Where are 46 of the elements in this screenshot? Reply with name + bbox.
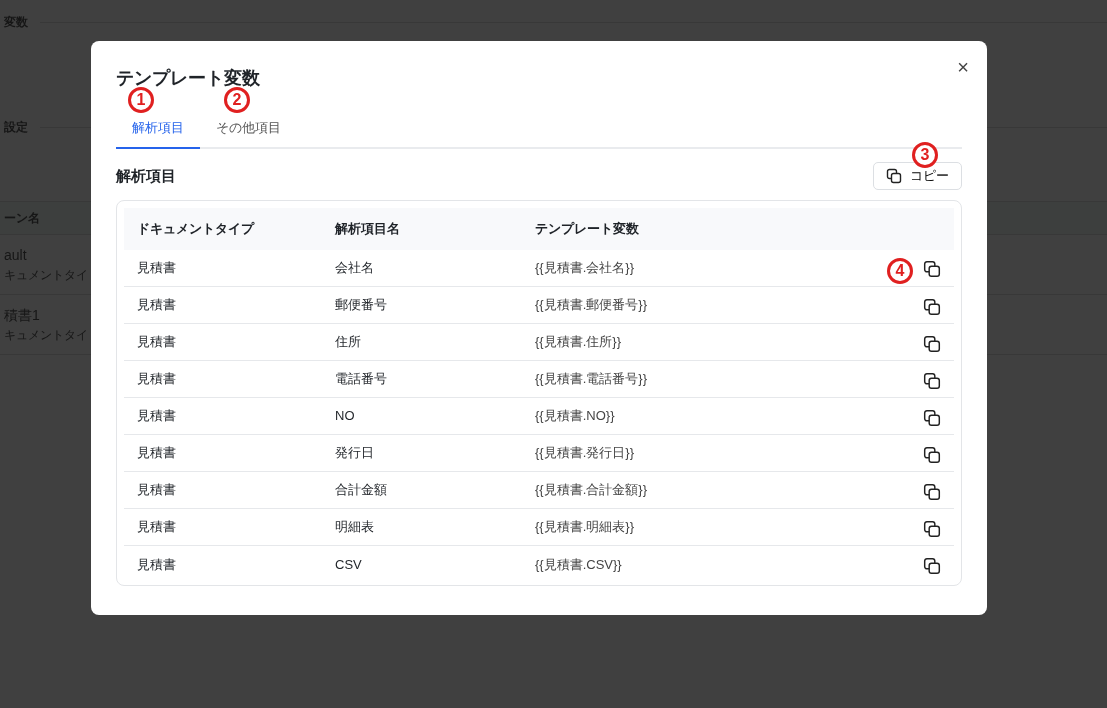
table-cell: CSV	[322, 545, 522, 583]
close-button[interactable]: ×	[955, 55, 971, 79]
copy-button[interactable]	[923, 555, 941, 574]
table-cell: 見積書	[124, 434, 322, 472]
copy-button[interactable]	[923, 481, 941, 499]
copy-button[interactable]	[923, 444, 941, 462]
table-cell: 見積書	[124, 508, 322, 546]
table-cell: 見積書	[124, 545, 322, 583]
table-cell: NO	[322, 397, 522, 435]
table-cell: {{見積書.電話番号}}	[522, 360, 850, 398]
table-cell: 見積書	[124, 471, 322, 509]
copy-button[interactable]	[923, 370, 941, 388]
table-cell: {{見積書.郵便番号}}	[522, 286, 850, 324]
table-cell: 電話番号	[322, 360, 522, 398]
table-cell: 住所	[322, 323, 522, 361]
copy-button[interactable]	[923, 407, 941, 425]
copy-button[interactable]	[923, 258, 941, 277]
column-header: ドキュメントタイプ	[124, 207, 322, 250]
table-cell: 見積書	[124, 286, 322, 324]
tab[interactable]: その他項目	[200, 113, 297, 149]
table-cell: 見積書	[124, 360, 322, 398]
column-header: 解析項目名	[322, 207, 522, 250]
copy-button[interactable]: コピー	[873, 161, 962, 190]
table-cell: {{見積書.合計金額}}	[522, 471, 850, 509]
tab[interactable]: 解析項目	[116, 113, 200, 149]
table-cell: 見積書	[124, 323, 322, 361]
copy-button[interactable]	[923, 518, 941, 536]
table-cell: 会社名	[322, 249, 522, 287]
table-cell: {{見積書.NO}}	[522, 397, 850, 435]
copy-icon	[886, 167, 902, 184]
copy-button[interactable]	[923, 333, 941, 351]
section-title: 解析項目	[116, 166, 176, 185]
table-cell: 見積書	[124, 397, 322, 435]
table-cell: 見積書	[124, 249, 322, 287]
table-cell: {{見積書.明細表}}	[522, 508, 850, 546]
dialog-title: テンプレート変数	[116, 67, 261, 90]
table-cell: {{見積書.発行日}}	[522, 434, 850, 472]
table-cell: 発行日	[322, 434, 522, 472]
table-cell: {{見積書.会社名}}	[522, 249, 850, 287]
column-header: テンプレート変数	[522, 207, 850, 250]
table-cell: {{見積書.住所}}	[522, 323, 850, 361]
table-cell: {{見積書.CSV}}	[522, 545, 850, 583]
table-cell: 郵便番号	[322, 286, 522, 324]
table-cell: 明細表	[322, 508, 522, 546]
copy-button[interactable]	[923, 296, 941, 314]
table-cell: 合計金額	[322, 471, 522, 509]
